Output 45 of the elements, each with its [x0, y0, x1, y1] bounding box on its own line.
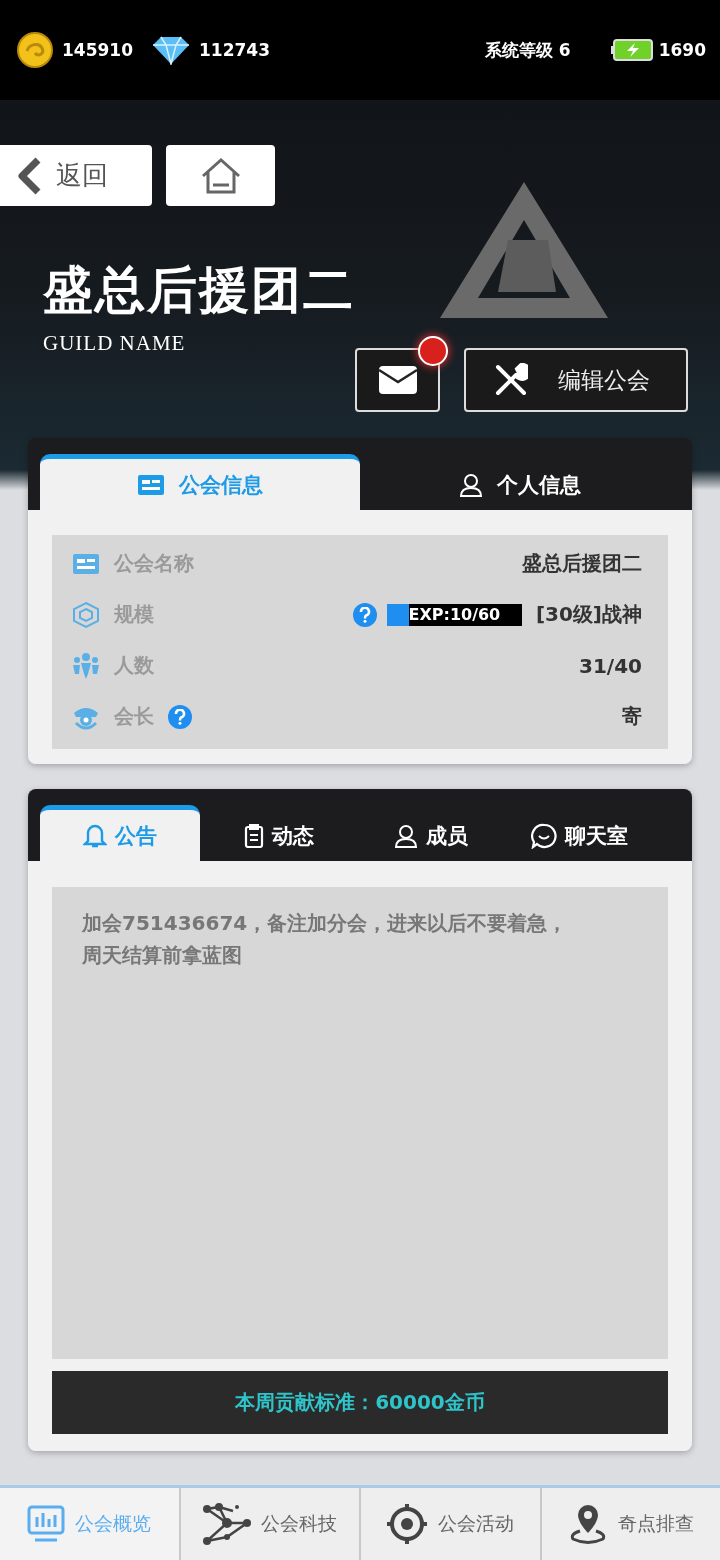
tab[interactable]: 成员 [358, 805, 504, 861]
mail-button[interactable] [355, 348, 440, 412]
network-icon [202, 1503, 251, 1545]
home-icon [199, 156, 242, 195]
chart-monitor-icon [27, 1505, 66, 1543]
tab[interactable]: 动态 [200, 805, 358, 861]
field-label: 会长 [114, 703, 154, 730]
coin-icon [16, 31, 54, 69]
id-card-icon [72, 552, 100, 575]
energy-count: 1690 [658, 40, 706, 60]
battery-icon [610, 38, 655, 62]
exp-text: EXP:10/60 [408, 605, 501, 624]
diamond-count: 112743 [199, 40, 270, 60]
diamond-icon [151, 35, 191, 65]
mail-icon [377, 365, 418, 395]
chat-icon [530, 822, 557, 849]
field-label: 人数 [114, 652, 154, 679]
back-button[interactable]: 返回 [0, 145, 152, 206]
field-value: 31/40 [579, 653, 642, 678]
edit-guild-button[interactable]: 编辑公会 [464, 348, 688, 412]
notice-text: 加会751436674，备注加分会，进来以后不要着急，周天结算前拿蓝图 [82, 910, 569, 969]
cube-icon [72, 600, 100, 629]
help-icon[interactable] [352, 602, 377, 627]
field-value: 寄 [622, 703, 642, 730]
field-label: 规模 [114, 601, 154, 628]
home-button[interactable] [166, 145, 275, 206]
tab[interactable]: 聊天室 [504, 805, 654, 861]
people-icon [72, 651, 100, 680]
bell-icon [83, 822, 107, 849]
contribution-banner: 本周贡献标准：60000金币 [52, 1371, 668, 1434]
field-value: [30级]战神 [535, 601, 642, 628]
tools-icon [494, 363, 528, 397]
field-value: 盛总后援团二 [522, 550, 642, 577]
person-icon [459, 472, 483, 497]
guild-name-caption: GUILD NAME [43, 330, 187, 356]
target-icon [386, 1503, 429, 1545]
clipboard-icon [244, 823, 264, 848]
guild-name-title: 盛总后援团二 [43, 260, 355, 320]
person-icon [394, 823, 418, 848]
tab[interactable]: 个人信息 [360, 454, 680, 510]
help-icon[interactable] [168, 704, 192, 729]
field-label: 公会名称 [114, 550, 194, 577]
coin-count: 145910 [62, 40, 133, 60]
system-level: 系统等级 6 [484, 38, 571, 62]
id-card-icon [137, 473, 165, 496]
